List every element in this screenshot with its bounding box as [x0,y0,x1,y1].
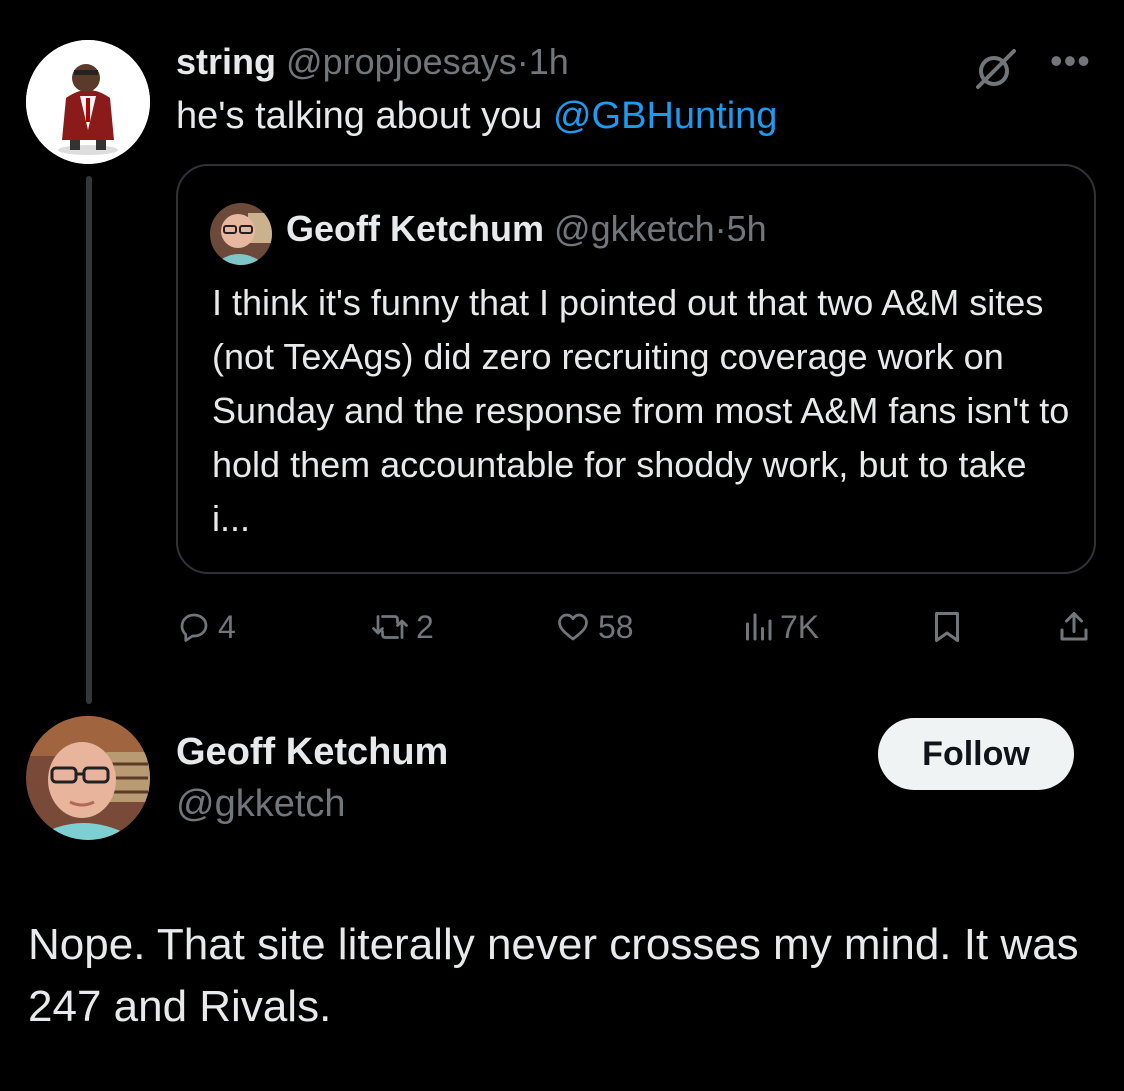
views-icon [746,613,772,641]
quote-avatar[interactable] [210,203,272,265]
tweet-text: he's talking about you @GBHunting [176,92,777,140]
separator: · [714,208,727,249]
like-count: 58 [598,608,634,645]
tweet-text-prefix: he's talking about you [176,95,553,137]
quote-header: Geoff Ketchum @gkketch·5h [286,206,767,252]
separator: · [516,41,529,82]
thread-line [86,176,92,704]
mention-link[interactable]: @GBHunting [553,95,777,137]
reply-text: Nope. That site literally never crosses … [28,920,1079,1031]
author-handle[interactable]: @propjoesays [286,41,517,82]
follow-button[interactable]: Follow [878,718,1074,790]
avatar[interactable] [26,40,150,164]
reply-author-handle[interactable]: @gkketch [176,780,346,828]
repost-icon [372,615,408,639]
like-button[interactable]: 58 [554,604,634,650]
repost-button[interactable]: 2 [370,604,434,650]
bookmark-button[interactable] [930,604,964,650]
reply-count: 4 [218,608,236,645]
repost-count: 2 [416,608,434,645]
reply-author-name[interactable]: Geoff Ketchum [176,728,448,776]
share-button[interactable] [1056,604,1092,650]
reply-avatar[interactable] [26,716,150,840]
view-count: 7K [780,608,820,645]
author-name[interactable]: string [176,41,276,82]
tweet-header: string @propjoesays·1h [176,40,569,84]
quote-text: I think it's funny that I pointed out th… [212,282,1070,539]
share-icon [1060,612,1088,641]
reply-icon [180,613,208,642]
views-button[interactable]: 7K [742,604,819,650]
quote-author-handle[interactable]: @gkketch [554,208,715,249]
heart-icon [558,613,588,641]
quote-timestamp: 5h [726,208,767,249]
more-options-icon[interactable]: ••• [1050,43,1091,79]
reply-button[interactable]: 4 [176,604,236,650]
quote-author-name[interactable]: Geoff Ketchum [286,208,544,249]
bookmark-icon [935,612,959,642]
timestamp[interactable]: 1h [529,41,569,82]
grok-icon[interactable] [972,45,1020,93]
